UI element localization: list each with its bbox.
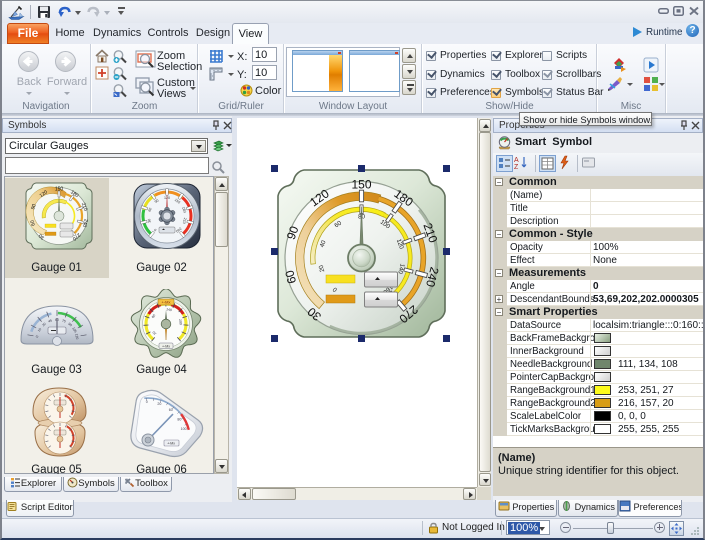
svg-text:Z: Z xyxy=(514,164,519,170)
svg-text:0: 0 xyxy=(146,400,148,404)
svg-text:150: 150 xyxy=(55,186,64,192)
svg-text:60: 60 xyxy=(169,408,173,412)
svg-text:+-Mx: +-Mx xyxy=(162,345,170,349)
svg-text:200: 200 xyxy=(178,319,183,325)
svg-text:100: 100 xyxy=(181,427,187,431)
svg-text:150: 150 xyxy=(351,178,371,192)
svg-text:+-Mx: +-Mx xyxy=(167,442,175,446)
svg-text:A: A xyxy=(514,157,519,164)
svg-text:80: 80 xyxy=(177,417,181,421)
svg-text:+-Mx: +-Mx xyxy=(162,300,171,305)
svg-text:20: 20 xyxy=(157,402,161,406)
